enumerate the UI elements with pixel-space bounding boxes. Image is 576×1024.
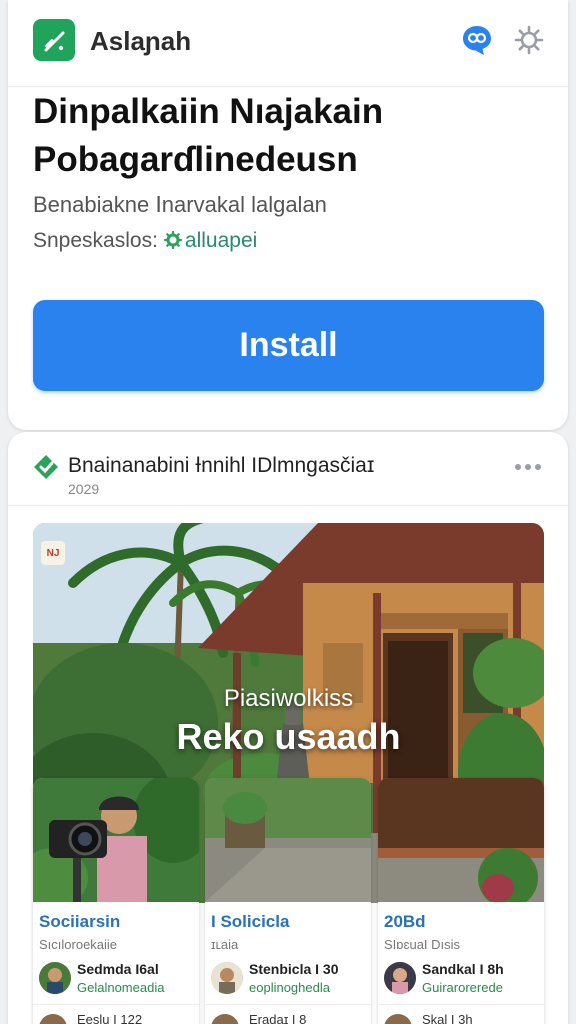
author-name[interactable]: Sedmda I6al <box>77 961 159 977</box>
tile-row: Sociiarsin Sıcıloroekaiie Sedmda I6al Ge… <box>33 778 544 1024</box>
tile-thumbnail <box>205 778 371 902</box>
app-subtitle: Benabiakne Ⅰnarvakal lalgalan <box>33 192 327 217</box>
tile-category: Sociiarsin <box>39 912 121 931</box>
content-tile[interactable]: Sociiarsin Sıcıloroekaiie Sedmda I6al Ge… <box>33 778 199 1024</box>
headline-line-2: Pobagarɗlinedeusn <box>33 140 358 179</box>
tile-divider <box>205 1004 371 1005</box>
gear-icon[interactable] <box>514 25 544 55</box>
hero-badge: NJ <box>41 541 65 565</box>
hero-title: Reko usaadh <box>176 716 401 757</box>
tile-category: 20Bd <box>384 912 426 931</box>
avatar[interactable] <box>39 962 71 994</box>
page-title: Dinpalkaiin Nıajakain Pobagarɗlinedeusn <box>33 88 553 184</box>
tile-meta: SIɒɛuaI Dısis <box>384 937 461 952</box>
post-date: 2029 <box>68 481 100 497</box>
header-divider <box>8 86 568 87</box>
chat-bubble-icon[interactable] <box>460 23 494 57</box>
app-logo-icon[interactable] <box>33 19 75 61</box>
tile-divider <box>378 1004 544 1005</box>
post-title[interactable]: Bnainanabini Ɨnnihl IDlmngasčiaɪ <box>68 454 374 478</box>
hero-subtitle: Piasiwolkiss <box>223 685 354 712</box>
author-name[interactable]: Sandkal I 8h <box>422 961 504 977</box>
supported-link[interactable]: alluapei <box>185 229 257 252</box>
author-handle[interactable]: Gelalnomeadia <box>77 980 164 995</box>
top-bar: Aslaɲah <box>8 0 568 82</box>
app-info-card: Aslaɲah Dinpalkaiin Nıajakain Pobagarɗli… <box>8 0 568 430</box>
tile-category: I Solicicla <box>211 912 290 931</box>
app-name: Aslaɲah <box>90 26 192 56</box>
tile-divider <box>33 1004 199 1005</box>
avatar[interactable] <box>39 1014 67 1024</box>
avatar[interactable] <box>211 962 243 994</box>
avatar[interactable] <box>211 1014 239 1024</box>
tile-next-text: Skal I 3h <box>422 1012 473 1024</box>
small-gear-icon <box>163 231 182 249</box>
tile-thumbnail <box>378 778 544 902</box>
tile-meta: Sıcıloroekaiie <box>39 937 118 952</box>
tile-thumbnail <box>33 778 199 902</box>
publisher-logo-icon <box>34 455 58 479</box>
avatar[interactable] <box>384 1014 412 1024</box>
tile-meta: ɪʟaia <box>211 937 239 952</box>
author-handle[interactable]: Guirarorerede <box>422 980 503 995</box>
avatar[interactable] <box>384 962 416 994</box>
content-tile[interactable]: 20Bd SIɒɛuaI Dısis Sandkal I 8h Guiraror… <box>378 778 544 1024</box>
supported-row: Snpeskaslos: alluapei <box>33 229 257 253</box>
more-horizontal-icon[interactable] <box>514 462 542 472</box>
tile-next-text: Eradaɪ I 8 <box>249 1012 307 1024</box>
author-handle[interactable]: eoplinoghedla <box>249 980 330 995</box>
post-divider <box>8 505 568 506</box>
headline-line-1: Dinpalkaiin Nıajakain <box>33 92 384 131</box>
install-button[interactable]: Install <box>33 300 544 391</box>
supported-label: Snpeskaslos: <box>33 229 158 252</box>
tile-next-text: Eeslu I 122 <box>77 1012 143 1024</box>
content-tile[interactable]: I Solicicla ɪʟaia Stenbicla I 30 eoplino… <box>205 778 371 1024</box>
post-card: Bnainanabini Ɨnnihl IDlmngasčiaɪ 2029 NJ… <box>8 432 568 1024</box>
author-name[interactable]: Stenbicla I 30 <box>249 961 338 977</box>
